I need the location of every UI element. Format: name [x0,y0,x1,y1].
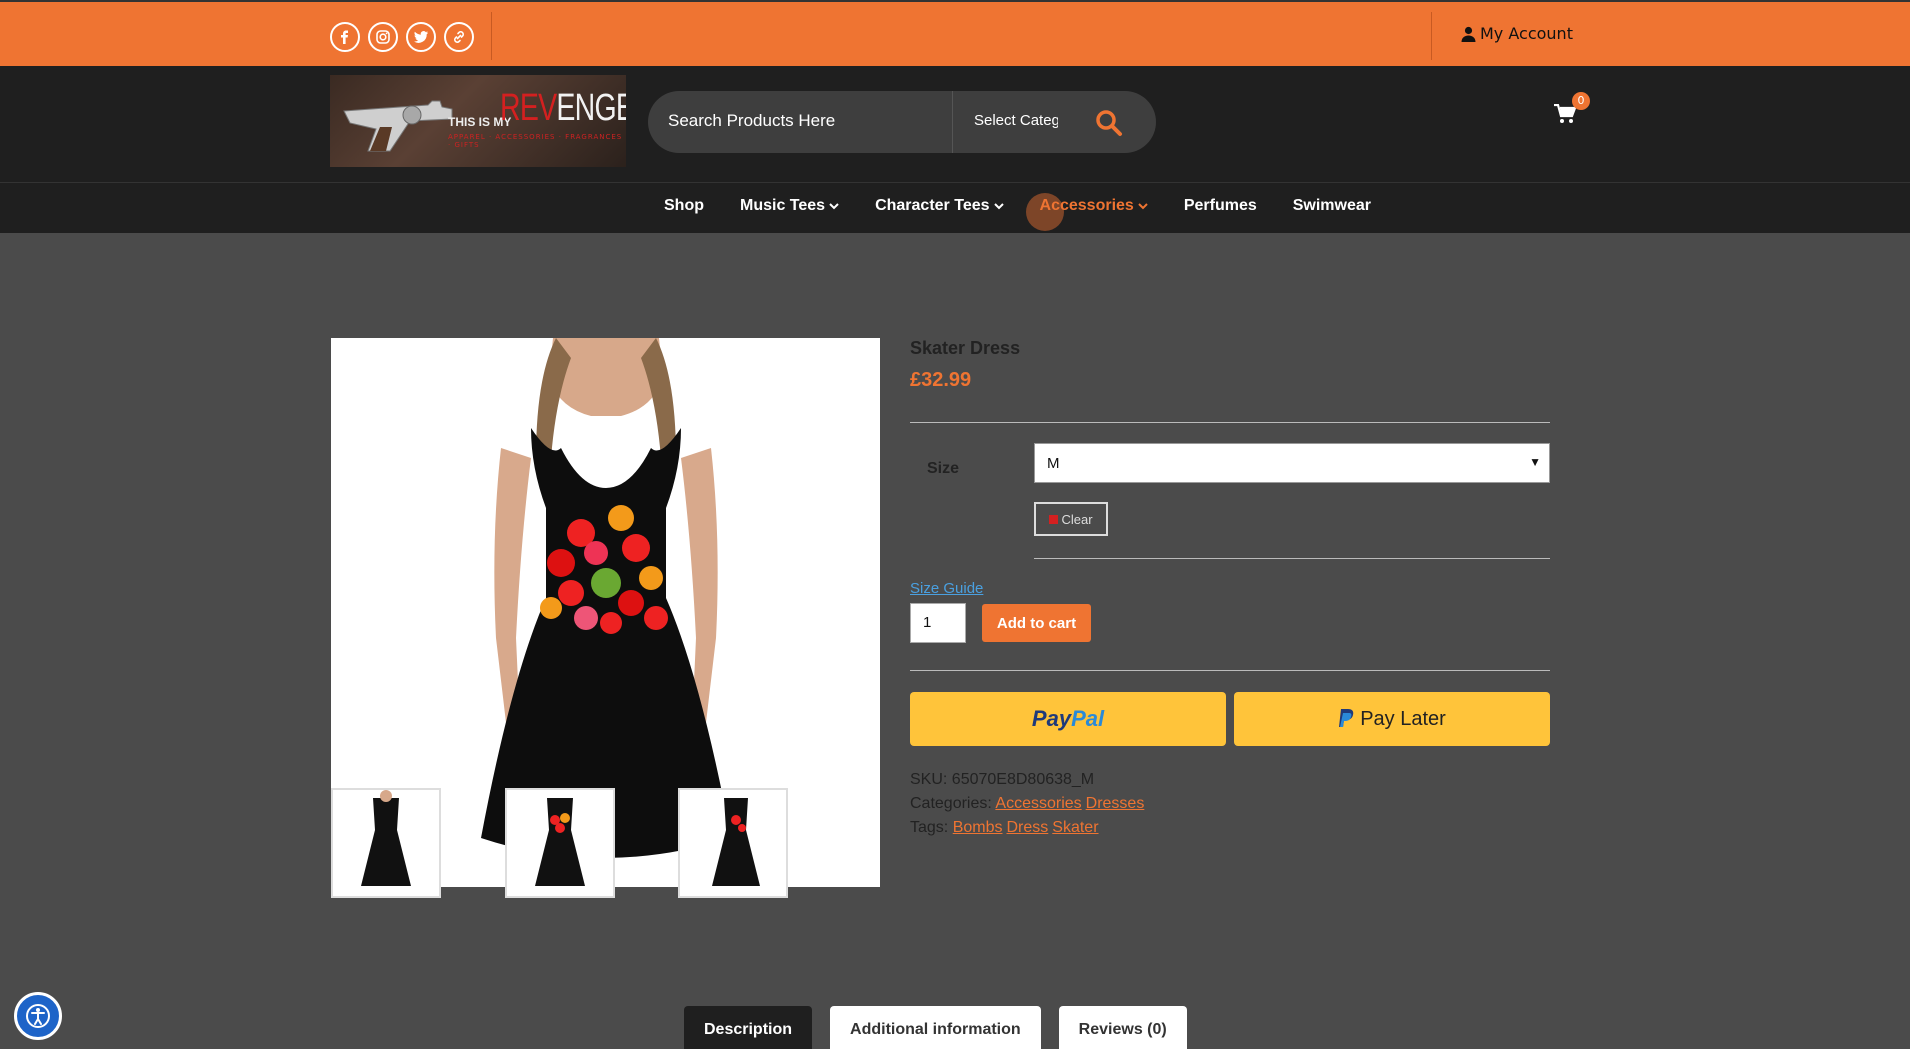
social-links [330,22,474,52]
categories-label: Categories: [910,795,992,812]
logo-title-rest: ENGE [556,87,626,129]
product-title: Skater Dress [910,338,1021,358]
sku-label: SKU: [910,771,948,788]
product-tabs: Description Additional information Reviews… [684,1006,1187,1049]
nav-item-label: Swimwear [1292,197,1371,214]
category-link[interactable]: Accessories [995,795,1081,812]
chevron-down-icon [1138,203,1148,210]
quantity-input[interactable]: 1 [910,603,966,643]
nav-items: Shop Music Tees Character Tees Accessories P… [664,193,1407,231]
logo-title: REVENGE [500,87,626,130]
product-price: £32.99 [910,369,972,391]
thumbnail-3[interactable] [678,788,788,898]
nav-item-label: Character Tees [875,197,990,214]
size-label: Size [927,460,960,477]
search-divider [952,91,953,153]
nav-item-swimwear[interactable]: Swimwear [1293,197,1371,215]
tag-link[interactable]: Dress [1007,819,1049,836]
divider [1034,558,1550,559]
main-nav: Shop Music Tees Character Tees Accessories P… [0,182,1910,233]
category-link[interactable]: Dresses [1086,795,1145,812]
divider [1431,12,1432,60]
tab-reviews[interactable]: Reviews (0) [1058,1006,1187,1049]
tab-description[interactable]: Description [684,1006,813,1049]
my-account-label: My Account [1480,24,1573,43]
divider [910,422,1550,423]
site-header: THIS IS MY REVENGE APPAREL · ACCESSORIES… [0,66,1910,182]
nav-item-perfumes[interactable]: Perfumes [1184,197,1257,215]
accessibility-button[interactable] [14,992,62,1040]
link-icon[interactable] [444,22,474,52]
logo-tagline: APPAREL · ACCESSORIES · FRAGRANCES · GIF… [448,133,623,149]
clear-selection-button[interactable]: Clear [1034,502,1108,536]
size-select[interactable]: M ▼ [1034,443,1550,483]
divider [910,670,1550,671]
divider [491,12,492,60]
twitter-icon[interactable] [406,22,436,52]
categories-row: Categories: Accessories Dresses [910,792,1148,816]
paypal-text-pay: Pay [1031,706,1072,731]
size-guide-link[interactable]: Size Guide [910,580,983,597]
tag-link[interactable]: Bombs [953,819,1003,836]
my-account-link[interactable]: My Account [1461,24,1573,43]
clear-label: Clear [1061,511,1093,527]
instagram-icon[interactable] [368,22,398,52]
nav-item-label: Shop [664,197,704,214]
nav-item-label: Accessories [1039,197,1134,214]
pay-later-label: Pay Later [1360,707,1446,730]
search-icon[interactable] [1094,108,1124,138]
cart-button[interactable]: 0 [1554,92,1590,128]
pay-later-button[interactable]: Pay Later [1234,692,1550,746]
close-icon [1049,514,1059,524]
paypal-button[interactable]: Pay Pal [910,692,1226,746]
top-bar: My Account [0,0,1910,66]
thumbnail-1[interactable] [331,788,441,898]
nav-item-shop[interactable]: Shop [664,197,704,215]
sku-value: 65070E8D80638_M [951,771,1095,788]
tag-link[interactable]: Skater [1052,819,1098,836]
product-meta: SKU: 65070E8D80638_M Categories: Accesso… [910,768,1148,840]
nav-item-accessories[interactable]: Accessories [1025,193,1148,231]
tags-label: Tags: [910,819,949,836]
cart-icon [1554,104,1576,123]
nav-item-label: Music Tees [740,197,826,214]
accessibility-icon [26,1004,50,1028]
nav-item-music-tees[interactable]: Music Tees [740,197,839,215]
paypal-icon [1339,709,1354,727]
category-select[interactable]: Select Category [974,112,1058,129]
size-select-value: M [1047,455,1060,472]
facebook-icon[interactable] [330,22,360,52]
chevron-down-icon [829,203,839,210]
product-summary: Skater Dress £32.99 Size M ▼ Clear Size … [910,338,1550,836]
nav-item-character-tees[interactable]: Character Tees [875,197,1004,215]
cart-count-badge: 0 [1572,92,1590,110]
search-input[interactable]: Search Products Here [668,111,835,131]
chevron-down-icon [993,203,1004,210]
paypal-text-pal: Pal [1071,706,1105,731]
thumbnail-strip [331,788,880,898]
user-icon [1461,26,1476,42]
tab-additional-information[interactable]: Additional information [830,1006,1041,1049]
sku-row: SKU: 65070E8D80638_M [910,768,1148,792]
tags-row: Tags: Bombs Dress Skater [910,816,1148,840]
add-to-cart-button[interactable]: Add to cart [982,604,1091,642]
nav-item-label: Perfumes [1183,197,1257,214]
search-bar: Search Products Here Select Category [648,91,1156,153]
logo-title-red: REV [500,87,557,129]
site-logo[interactable]: THIS IS MY REVENGE APPAREL · ACCESSORIES… [330,75,626,167]
chevron-down-icon: ▼ [1529,455,1541,469]
thumbnail-2[interactable] [505,788,615,898]
